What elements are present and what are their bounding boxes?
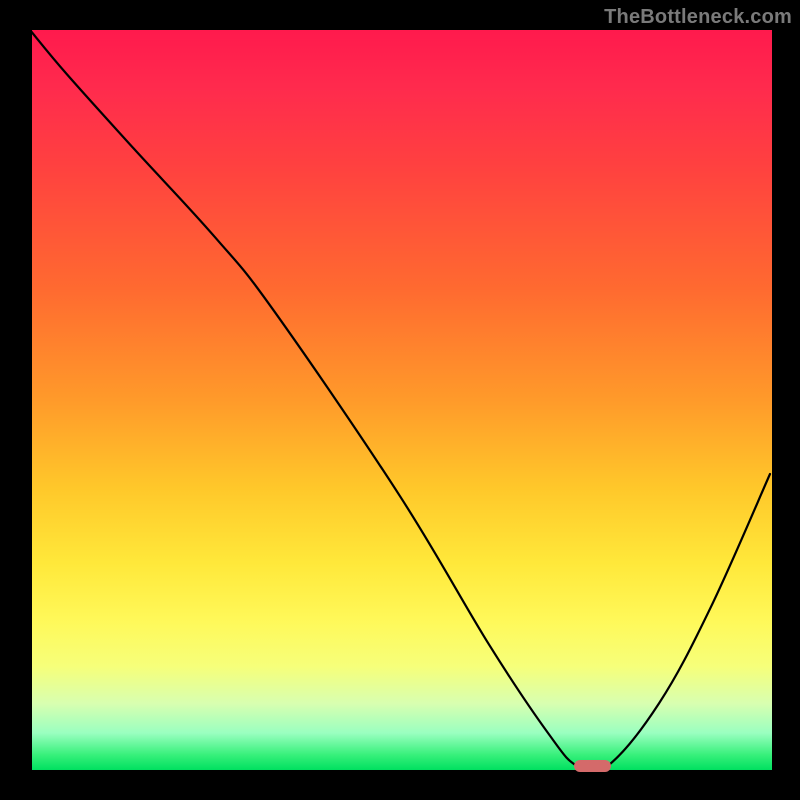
chart-frame bbox=[30, 30, 770, 770]
bottleneck-curve bbox=[30, 30, 770, 770]
watermark-label: TheBottleneck.com bbox=[604, 6, 792, 29]
minimum-marker bbox=[574, 760, 611, 772]
